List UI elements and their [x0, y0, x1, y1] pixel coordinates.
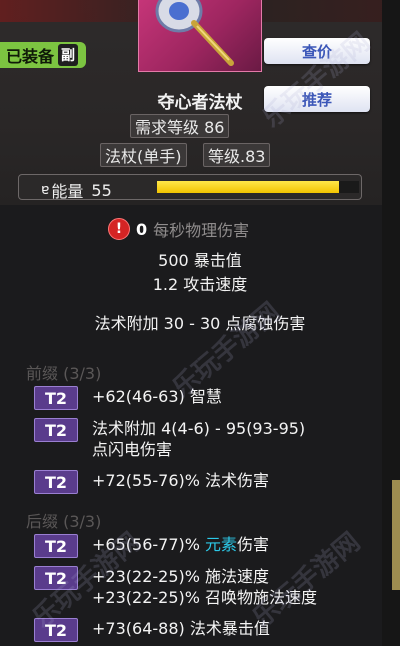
tier-badge: T2: [34, 534, 78, 558]
dps-value: 0: [136, 219, 148, 239]
staff-icon: [155, 0, 234, 66]
equipped-label: 已装备: [6, 47, 55, 66]
check-price-button[interactable]: 查价: [264, 38, 370, 64]
warning-icon: !: [108, 218, 130, 240]
energy-fill: [157, 181, 339, 193]
energy-label: 能量: [51, 182, 84, 201]
tier-badge: T2: [34, 470, 78, 494]
mod-text: +23(22-25)% 施法速度 +23(22-25)% 召唤物施法速度: [92, 566, 317, 608]
crit-value: 500 暴击值: [158, 251, 242, 270]
mod-text: +72(55-76)% 法术伤害: [92, 470, 269, 491]
item-level-tag: 等级.83: [203, 143, 271, 167]
spell-added-damage: 法术附加 30 - 30 点腐蚀伤害: [94, 314, 306, 333]
mod-line: +23(22-25)% 召唤物施法速度: [92, 588, 318, 607]
tier-badge: T2: [34, 386, 78, 410]
item-type-tag: 法杖(单手): [100, 143, 187, 167]
mod-text: 法术附加 4(4-6) - 95(93-95) 点闪电伤害: [92, 418, 305, 460]
prefix-header: 前缀 (3/3): [26, 364, 102, 383]
element-keyword[interactable]: 元素: [205, 535, 237, 554]
item-name: 夺心者法杖: [157, 93, 243, 113]
mod-line: +23(22-25)% 施法速度: [92, 567, 270, 586]
tier-badge: T2: [34, 618, 78, 642]
tier-badge: T2: [34, 418, 78, 442]
offhand-tag: 副: [58, 44, 79, 66]
right-edge-decor: [392, 480, 400, 590]
mod-row: T2 +65(56-77)% 元素伤害: [34, 534, 269, 558]
dps-label: 每秒物理伤害: [153, 221, 250, 240]
mod-text: +62(46-63) 智慧: [92, 386, 222, 407]
tier-badge: T2: [34, 566, 78, 590]
mod-line: +72(55-76)% 法术伤害: [92, 471, 270, 490]
energy-icon: ɐ: [41, 182, 50, 198]
required-level-tag: 需求等级 86: [130, 114, 230, 138]
item-icon-frame[interactable]: [138, 0, 262, 72]
mod-row: T2 法术附加 4(4-6) - 95(93-95) 点闪电伤害: [34, 418, 305, 460]
mod-row: T2 +73(64-88) 法术暴击值: [34, 618, 270, 642]
mod-text: +65(56-77)% 元素伤害: [92, 534, 269, 555]
mod-line: 伤害: [237, 535, 270, 554]
attack-speed: 1.2 攻击速度: [152, 275, 248, 294]
mod-row: T2 +62(46-63) 智慧: [34, 386, 222, 410]
energy-track: [157, 181, 359, 193]
dps-row: ! 0 每秒物理伤害: [108, 217, 249, 241]
mod-row: T2 +23(22-25)% 施法速度 +23(22-25)% 召唤物施法速度: [34, 566, 317, 608]
mod-line: 点闪电伤害: [92, 440, 173, 459]
mod-row: T2 +72(55-76)% 法术伤害: [34, 470, 269, 494]
energy-value: 55: [91, 180, 112, 200]
mod-line: +73(64-88) 法术暴击值: [92, 619, 270, 638]
equipped-badge: 已装备 副: [0, 42, 87, 68]
mod-text: +73(64-88) 法术暴击值: [92, 618, 270, 639]
mod-line: 法术附加 4(4-6) - 95(93-95): [92, 419, 306, 438]
energy-label-group: ɐ 能量 55: [41, 178, 112, 202]
mod-line: +62(46-63) 智慧: [92, 387, 222, 406]
mod-line: +65(56-77)%: [92, 535, 206, 554]
suffix-header: 后缀 (3/3): [26, 512, 102, 531]
energy-bar: ɐ 能量 55: [18, 174, 362, 202]
